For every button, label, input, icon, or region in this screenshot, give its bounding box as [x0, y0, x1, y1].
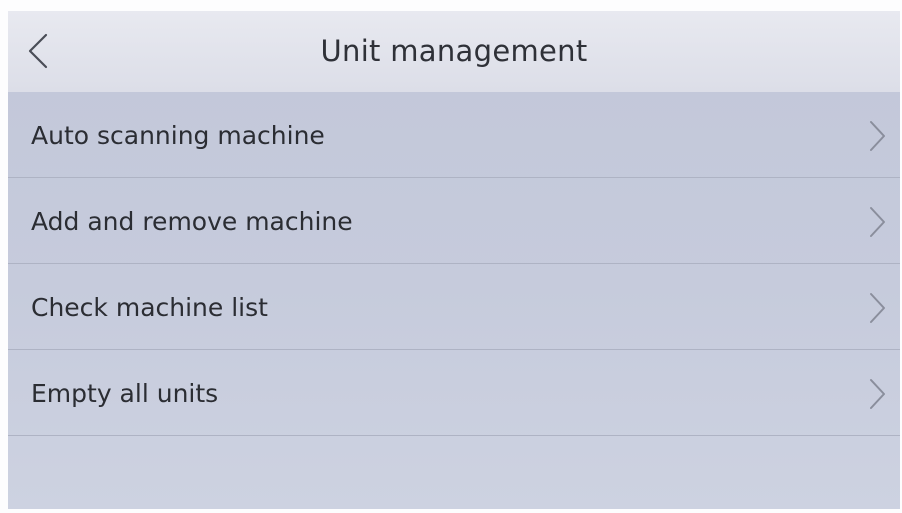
menu-item-auto-scanning-machine[interactable]: Auto scanning machine [8, 92, 900, 178]
chevron-right-icon [866, 377, 888, 411]
menu-item-label: Check machine list [31, 293, 268, 322]
menu-item-check-machine-list[interactable]: Check machine list [8, 264, 900, 350]
menu-list: Auto scanning machine Add and remove mac… [8, 92, 900, 436]
header-bar: Unit management [8, 11, 900, 92]
page-title: Unit management [320, 34, 588, 68]
chevron-right-icon [866, 205, 888, 239]
menu-item-label: Add and remove machine [31, 207, 353, 236]
menu-item-empty-all-units[interactable]: Empty all units [8, 350, 900, 436]
menu-item-add-and-remove-machine[interactable]: Add and remove machine [8, 178, 900, 264]
menu-item-label: Auto scanning machine [31, 121, 325, 150]
chevron-right-icon [866, 119, 888, 153]
menu-item-label: Empty all units [31, 379, 219, 408]
screen: Unit management Auto scanning machine Ad… [8, 11, 900, 509]
device-frame: Unit management Auto scanning machine Ad… [0, 0, 902, 513]
chevron-right-icon [866, 291, 888, 325]
